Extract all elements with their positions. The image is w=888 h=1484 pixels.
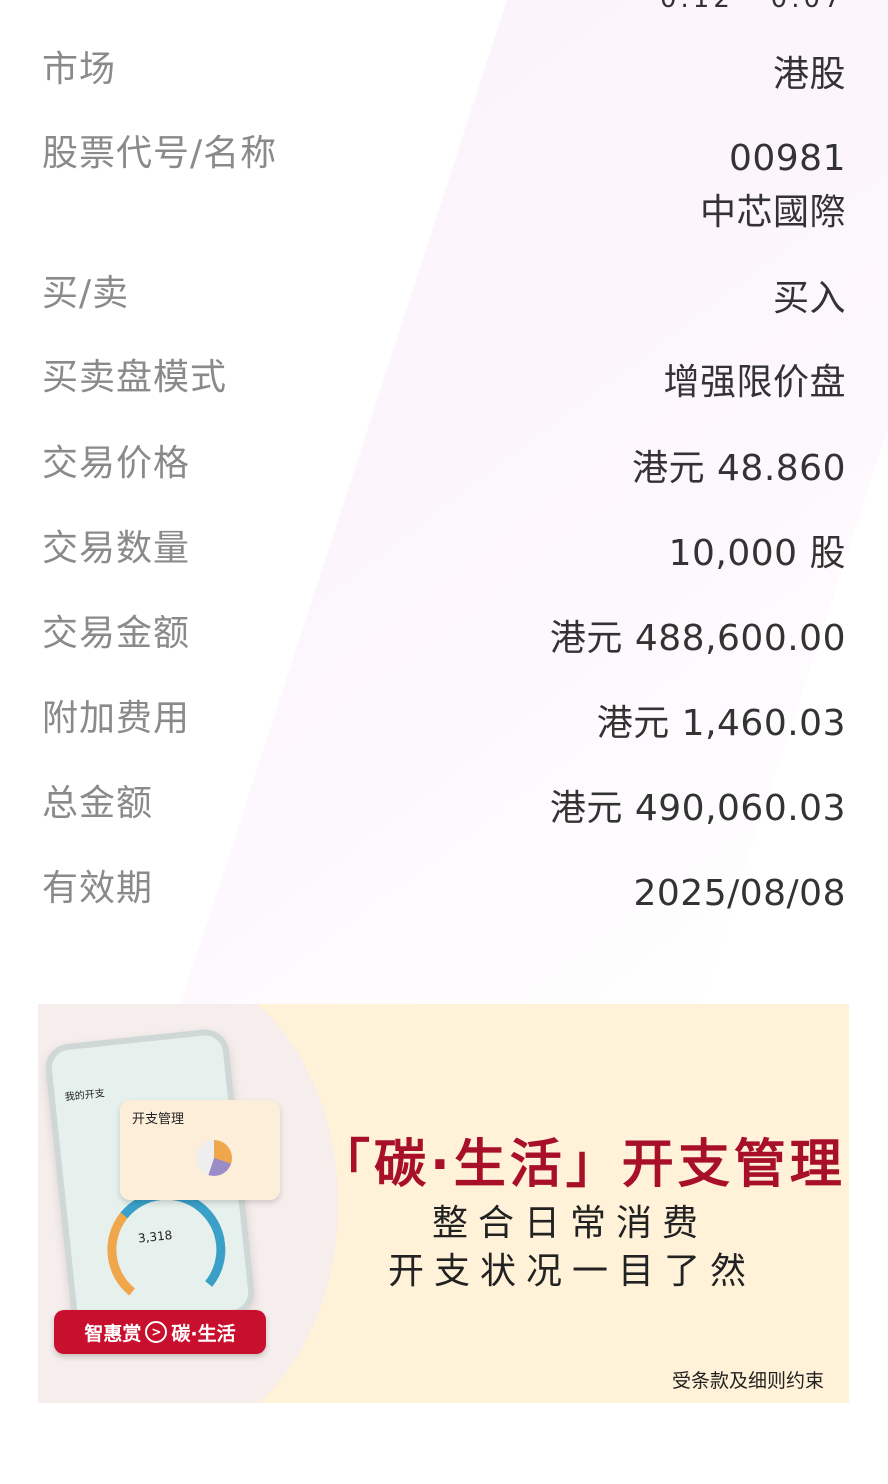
value-total: 港元 490,060.03 — [549, 788, 846, 829]
value-fees: 港元 1,460.03 — [596, 703, 846, 744]
gauge-icon — [101, 1184, 232, 1315]
label-fees: 附加费用 — [42, 698, 191, 739]
row-stock-code-name: 股票代号/名称 00981 中芯國際 — [42, 132, 846, 240]
stock-name: 中芯國際 — [699, 192, 846, 233]
label-price: 交易价格 — [42, 443, 191, 484]
banner-terms: 受条款及细则约束 — [672, 1370, 825, 1392]
row-buy-sell: 买/卖 买入 — [42, 272, 846, 326]
row-market: 市场 港股 — [42, 48, 846, 102]
value-market: 港股 — [772, 54, 846, 95]
row-price: 交易价格 港元 48.860 — [42, 442, 846, 496]
value-buy-sell: 买入 — [772, 278, 846, 319]
expense-card-illustration: 开支管理 — [120, 1100, 280, 1200]
value-stock-code-name: 00981 中芯國際 — [700, 132, 846, 240]
stock-code: 00981 — [728, 138, 846, 179]
label-buy-sell: 买/卖 — [42, 273, 130, 314]
banner-headline: 「碳·生活」开支管理 — [318, 1135, 846, 1195]
pill-right-text: 碳·生活 — [171, 1322, 236, 1345]
label-market: 市场 — [42, 49, 117, 90]
label-expiry: 有效期 — [42, 868, 154, 909]
row-total: 总金额 港元 490,060.03 — [42, 782, 846, 836]
label-quantity: 交易数量 — [42, 528, 191, 569]
row-fees: 附加费用 港元 1,460.03 — [42, 697, 846, 751]
pill-left-text: 智惠赏 — [84, 1322, 142, 1345]
promo-banner[interactable]: 我的开支 3,318 开支管理 智惠赏 > 碳·生活 「碳·生活」开支管理 整合… — [38, 1004, 849, 1403]
banner-subline-2: 开支状况一目了然 — [388, 1251, 757, 1292]
value-order-type: 增强限价盘 — [663, 362, 846, 403]
row-amount: 交易金额 港元 488,600.00 — [42, 612, 846, 666]
label-total: 总金额 — [42, 783, 154, 824]
row-quantity: 交易数量 10,000 股 — [42, 527, 846, 581]
brand-pill: 智惠赏 > 碳·生活 — [54, 1310, 266, 1354]
phone-title: 我的开支 — [64, 1088, 106, 1104]
card-title: 开支管理 — [132, 1112, 185, 1127]
label-order-type: 买卖盘模式 — [42, 357, 228, 398]
label-stock-code-name: 股票代号/名称 — [42, 133, 278, 174]
banner-subline-1: 整合日常消费 — [432, 1203, 709, 1244]
arrow-right-icon: > — [145, 1321, 168, 1343]
label-amount: 交易金额 — [42, 613, 191, 654]
value-expiry: 2025/08/08 — [633, 873, 846, 914]
pie-chart-icon — [196, 1140, 232, 1176]
value-amount: 港元 488,600.00 — [549, 618, 846, 659]
value-quantity: 10,000 股 — [668, 533, 846, 574]
row-expiry: 有效期 2025/08/08 — [42, 867, 846, 921]
value-price: 港元 48.860 — [632, 448, 846, 489]
row-order-type: 买卖盘模式 增强限价盘 — [42, 356, 846, 410]
cut-off-row-text: 0.12 · 0.07 — [660, 0, 845, 14]
